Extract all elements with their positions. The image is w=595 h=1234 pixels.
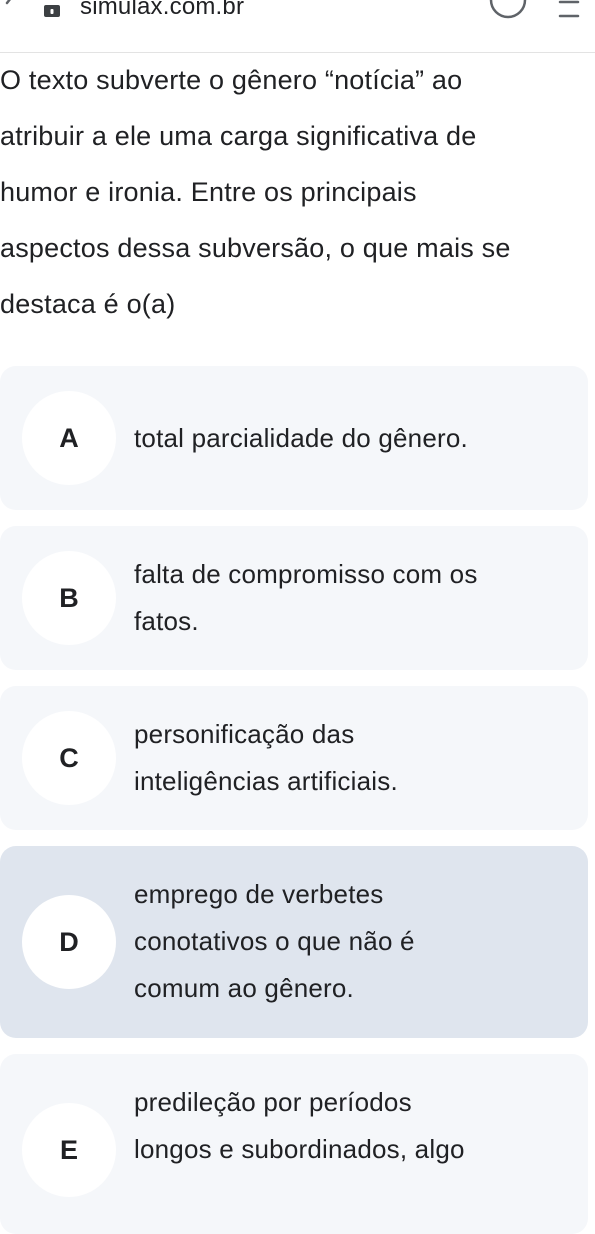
back-arrow-icon[interactable] — [4, 0, 16, 14]
question-line: O texto subverte o gênero “notícia” ao — [0, 65, 463, 95]
option-letter-badge: B — [22, 551, 116, 645]
option-letter-badge: A — [22, 391, 116, 485]
option-e[interactable]: E predileção por períodos longos e subor… — [0, 1054, 588, 1234]
question-line: humor e ironia. Entre os principais — [0, 177, 417, 207]
option-letter-badge: C — [22, 711, 116, 805]
option-text: falta de compromisso com os fatos. — [134, 551, 574, 645]
question-line: aspectos dessa subversão, o que mais se — [0, 233, 511, 263]
question-text: O texto subverte o gênero “notícia” ao a… — [0, 52, 590, 332]
option-text-line: total parcialidade do gênero. — [134, 423, 468, 453]
option-text: predileção por períodos longos e subordi… — [134, 1079, 574, 1173]
menu-icon[interactable] — [558, 0, 580, 20]
option-text-line: fatos. — [134, 606, 199, 636]
option-text: personificação das inteligências artific… — [134, 711, 574, 805]
option-letter-badge: D — [22, 895, 116, 989]
option-text-line: falta de compromisso com os — [134, 559, 478, 589]
tab-switcher-icon[interactable] — [488, 0, 528, 20]
option-text: emprego de verbetes conotativos o que nã… — [134, 871, 574, 1012]
option-text: total parcialidade do gênero. — [134, 415, 574, 462]
option-text-line: emprego de verbetes — [134, 879, 384, 909]
option-b[interactable]: B falta de compromisso com os fatos. — [0, 526, 588, 670]
browser-toolbar: simulax.com.br — [0, 0, 595, 53]
question-line: atribuir a ele uma carga significativa d… — [0, 121, 477, 151]
lock-icon — [44, 5, 60, 17]
option-text-line: conotativos o que não é — [134, 926, 415, 956]
option-text-line: personificação das — [134, 719, 355, 749]
option-text-line: longos e subordinados, algo — [134, 1134, 465, 1164]
option-letter-badge: E — [22, 1103, 116, 1197]
option-c[interactable]: C personificação das inteligências artif… — [0, 686, 588, 830]
option-text-line: inteligências artificiais. — [134, 766, 398, 796]
option-d[interactable]: D emprego de verbetes conotativos o que … — [0, 846, 588, 1038]
option-text-line: comum ao gênero. — [134, 973, 354, 1003]
question-line: destaca é o(a) — [0, 289, 176, 319]
url-bar[interactable]: simulax.com.br — [80, 0, 244, 21]
option-text-line: predileção por períodos — [134, 1087, 412, 1117]
option-a[interactable]: A total parcialidade do gênero. — [0, 366, 588, 510]
